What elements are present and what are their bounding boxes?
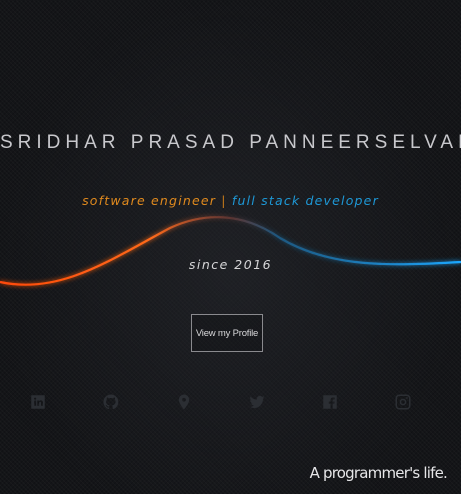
location-pin-icon[interactable] [173, 389, 195, 415]
since-label: since 2016 [188, 257, 273, 272]
twitter-icon[interactable] [246, 389, 268, 415]
linkedin-icon[interactable] [27, 389, 49, 415]
facebook-icon[interactable] [319, 389, 341, 415]
instagram-icon[interactable] [392, 389, 414, 415]
footer-tagline: A programmer's life. [309, 464, 448, 482]
social-links [0, 389, 461, 415]
hero-name: SRIDHAR PRASAD PANNEERSELVAM [0, 132, 461, 153]
github-icon[interactable] [100, 389, 122, 415]
view-profile-button[interactable]: View my Profile [191, 314, 263, 352]
decorative-glow-curve [0, 216, 461, 286]
